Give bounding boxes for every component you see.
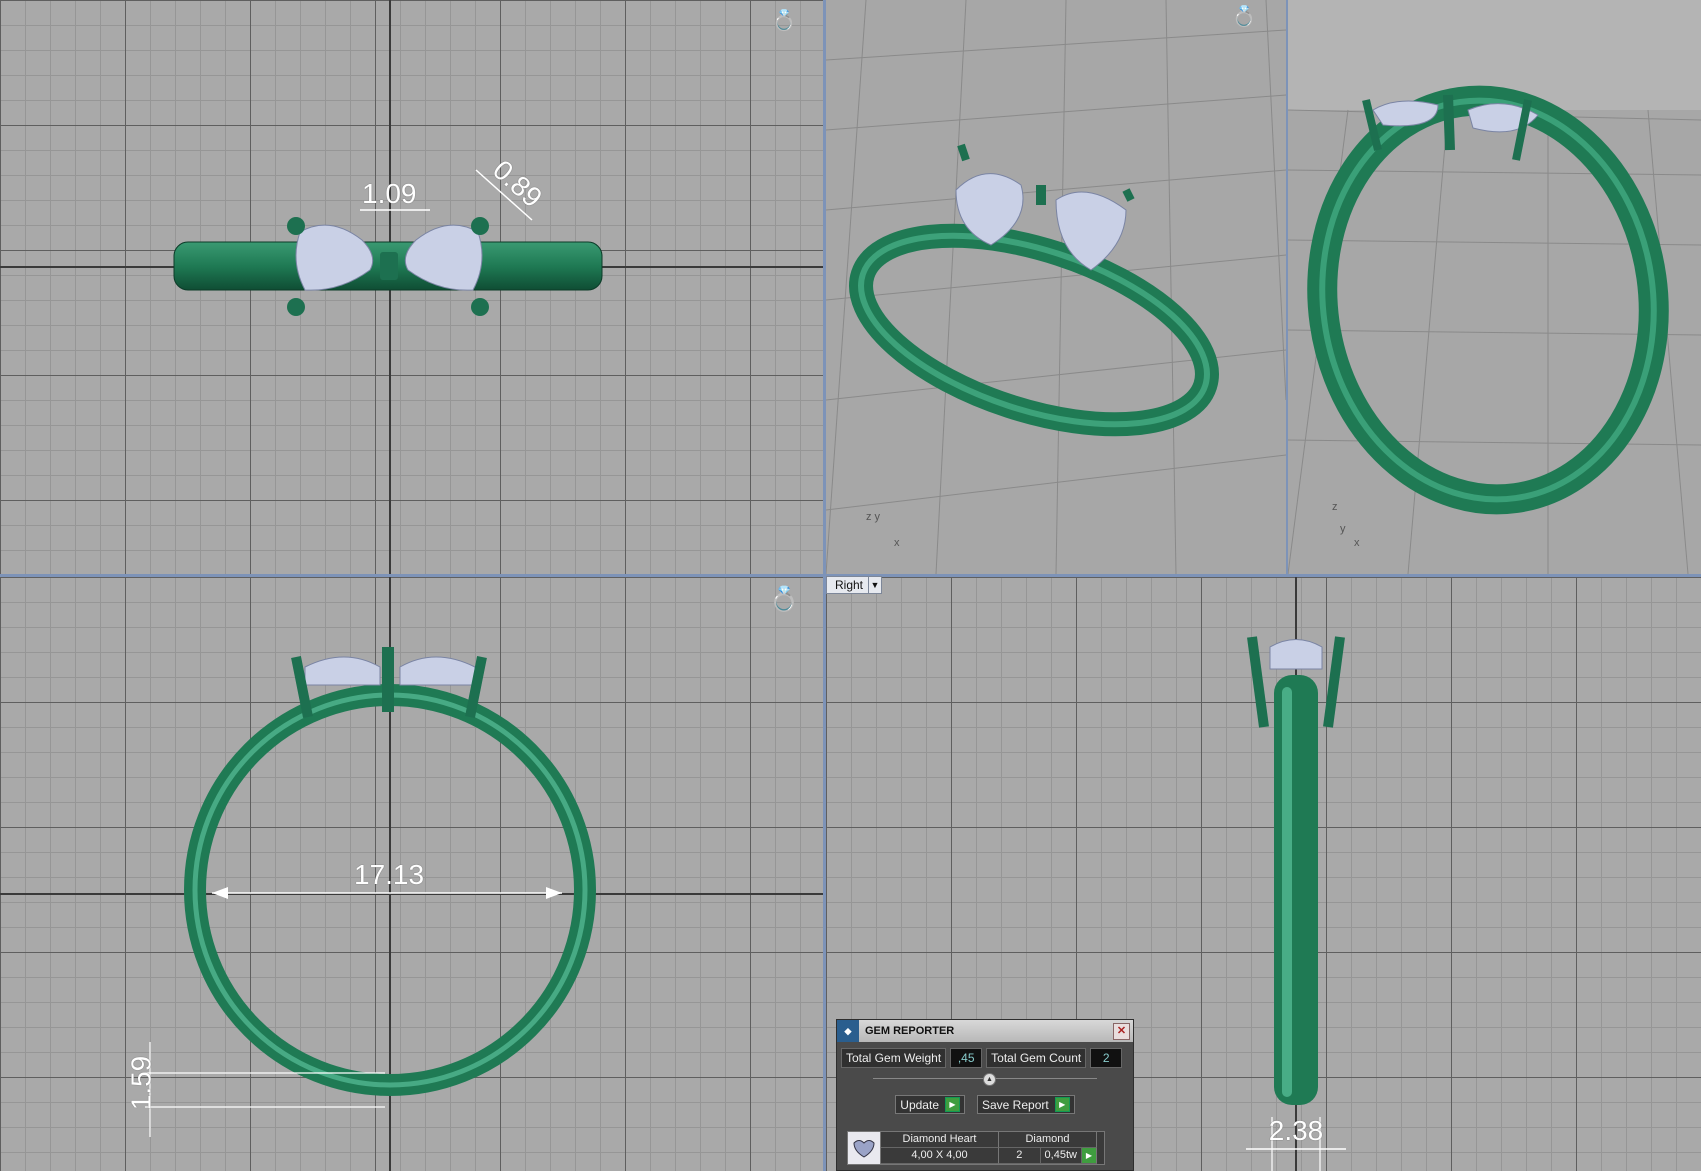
dimension-label: 2.38 [1268,1115,1324,1146]
gem-reporter-panel: ◆ GEM REPORTER ✕ Total Gem Weight ,45 To… [836,1019,1134,1171]
save-report-button[interactable]: Save Report ▶ [977,1095,1075,1114]
svg-text:y: y [1340,523,1346,535]
slider-knob-icon[interactable]: ▲ [983,1073,996,1086]
total-count-value: 2 [1090,1048,1123,1068]
gem-view-icon[interactable]: 💍 [764,585,804,625]
svg-text:z y: z y [866,511,881,523]
viewport-front[interactable]: 17.13 1.59 💍 [0,577,823,1171]
gem-view-icon[interactable]: 💍 [1224,4,1264,32]
dimension-label: 1.59 [125,1055,157,1111]
play-icon: ▶ [945,1097,960,1112]
perspective-grid: z y x [826,0,1286,574]
gem-type: Diamond [999,1132,1097,1148]
gem-slider[interactable]: ▲ [873,1073,1097,1089]
total-count-label: Total Gem Count [986,1048,1087,1068]
chevron-down-icon[interactable]: ▼ [868,577,881,593]
play-icon: ▶ [1054,1097,1070,1112]
play-icon[interactable]: ▶ [1082,1148,1096,1163]
gem-list-row[interactable]: Diamond Heart Diamond 4,00 X 4,00 2 0,45… [847,1131,1105,1165]
gem-count: 2 [999,1148,1041,1163]
save-report-label: Save Report [982,1097,1049,1112]
gem-weight: 0,45tw [1041,1148,1082,1163]
gem-reporter-title: GEM REPORTER [865,1025,955,1037]
viewport-top[interactable]: 1.09 0.89 💍 [0,0,823,574]
total-weight-label: Total Gem Weight [841,1048,947,1068]
svg-text:z: z [1332,501,1338,513]
viewport-perspective-2[interactable]: z y x [1288,0,1701,574]
gem-count-weight: 2 0,45tw ▶ [999,1148,1097,1164]
update-button-label: Update [900,1097,939,1112]
dimension-label: 17.13 [354,859,425,890]
viewport-perspective[interactable]: z y x 💍 [826,0,1286,574]
svg-text:x: x [1354,537,1360,549]
gem-reporter-icon: ◆ [837,1020,859,1042]
gem-thumbnail-icon [848,1132,881,1164]
svg-text:x: x [894,537,900,549]
update-button[interactable]: Update ▶ [895,1095,965,1114]
gem-name: Diamond Heart [881,1132,999,1148]
close-icon[interactable]: ✕ [1113,1023,1130,1040]
gem-reporter-titlebar[interactable]: ◆ GEM REPORTER ✕ [837,1020,1133,1042]
view-selector[interactable]: Right ▼ [826,576,882,594]
dimension-label: 1.09 [362,178,417,209]
view-selector-label: Right [835,578,864,592]
gem-view-icon[interactable]: 💍 [764,8,804,32]
ring-top-view[interactable] [0,0,823,574]
gem-size: 4,00 X 4,00 [881,1148,999,1164]
total-weight-value: ,45 [950,1048,983,1068]
perspective-grid-2: z y x [1288,0,1701,574]
